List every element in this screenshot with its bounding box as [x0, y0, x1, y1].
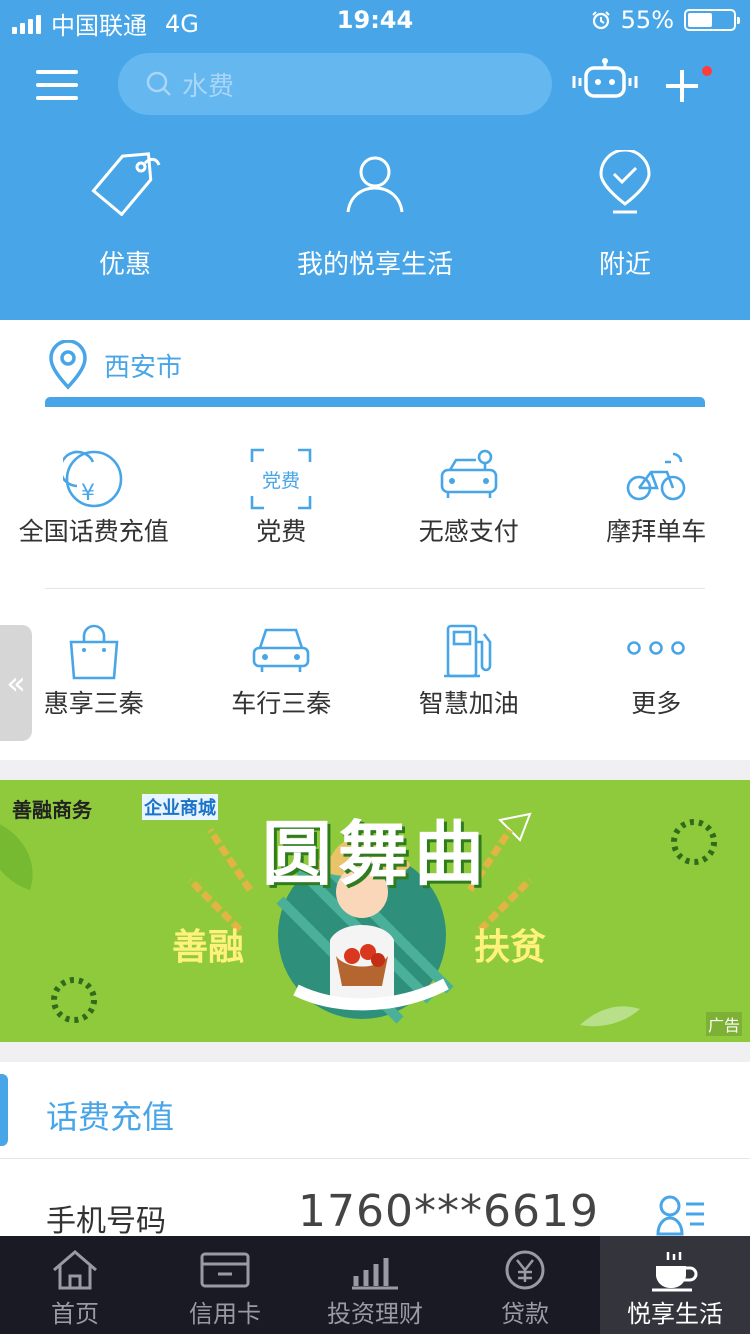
tag-icon: [91, 152, 161, 216]
service-label: 全国话费充值: [18, 517, 169, 546]
ad-label: 广告: [705, 1012, 742, 1036]
service-row-1: ¥ 全国话费充值 党费 党费 无感支付 摩拜单车: [0, 448, 750, 547]
tab-label: 悦享生活: [627, 1300, 723, 1328]
section-accent-bar: [0, 1074, 8, 1146]
service-label: 惠享三秦: [43, 689, 144, 718]
shopping-bag-icon: [69, 624, 119, 680]
location-check-icon: [599, 150, 651, 214]
user-icon: [346, 156, 404, 213]
divider: [45, 588, 705, 589]
nav-nearby-label: 附近: [598, 250, 651, 280]
location-pin-icon: [49, 340, 87, 390]
svg-text:党费: 党费: [262, 470, 300, 492]
phone-number-input[interactable]: 1760***6619: [298, 1186, 599, 1237]
tab-credit-card[interactable]: 信用卡: [150, 1236, 300, 1334]
search-icon: [146, 71, 171, 96]
banner-brand: 善融商务: [12, 798, 92, 822]
menu-icon[interactable]: [36, 70, 78, 100]
phone-recharge-icon: ¥: [62, 450, 123, 508]
battery-icon: [684, 9, 740, 31]
tab-label: 信用卡: [189, 1300, 261, 1328]
tab-bar: 首页 信用卡 投资理财 贷款 悦享生活: [0, 1236, 750, 1334]
svg-text:¥: ¥: [81, 481, 95, 506]
bar-chart-icon: [352, 1258, 398, 1290]
divider: [0, 1158, 750, 1159]
banner-brand-sub: 企业商城: [142, 794, 218, 820]
party-fee-icon: 党费: [250, 448, 312, 510]
promo-banner[interactable]: 善融商务 企业商城 圆舞曲 善融 扶贫 广告: [0, 780, 750, 1042]
nav-my-life[interactable]: 我的悦享生活: [250, 150, 500, 281]
tab-lifestyle[interactable]: 悦享生活: [600, 1236, 750, 1334]
service-phone-recharge[interactable]: ¥ 全国话费充值: [0, 448, 188, 547]
tab-label: 首页: [51, 1300, 99, 1328]
tab-home[interactable]: 首页: [0, 1236, 150, 1334]
status-bar: 中国联通 4G 19:44 55%: [0, 0, 750, 40]
service-label: 车行三秦: [231, 689, 332, 718]
notification-dot: [702, 66, 712, 76]
tab-label: 贷款: [501, 1300, 549, 1328]
nav-discounts[interactable]: 优惠: [0, 150, 250, 281]
battery-percent: 55%: [620, 6, 674, 34]
service-label: 更多: [631, 689, 682, 718]
service-party-fee[interactable]: 党费 党费: [188, 448, 376, 547]
service-smart-fuel[interactable]: 智慧加油: [375, 620, 563, 719]
robot-assistant-icon[interactable]: [572, 58, 638, 102]
nav-discounts-label: 优惠: [98, 250, 151, 280]
service-huixiang[interactable]: 惠享三秦: [0, 620, 188, 719]
location-bar: [45, 397, 705, 407]
header: 水费 优惠 我的悦享生活 附近: [0, 40, 750, 320]
bike-icon: [626, 452, 686, 501]
alarm-icon: [591, 11, 610, 30]
section-title: 话费充值: [46, 1098, 175, 1136]
city-selector[interactable]: 西安市: [48, 340, 182, 390]
service-chexing[interactable]: 车行三秦: [188, 620, 376, 719]
add-icon[interactable]: [664, 68, 700, 104]
car-icon: [252, 628, 310, 672]
coffee-cup-icon: [652, 1252, 698, 1292]
banner-left-text: 善融: [172, 927, 245, 968]
search-placeholder: 水费: [182, 71, 235, 102]
fuel-pump-icon: [443, 624, 492, 678]
phone-topup-section: 话费充值 手机号码 1760***6619: [0, 1062, 750, 1239]
credit-card-icon: [200, 1252, 250, 1288]
yen-coin-icon: [505, 1250, 545, 1290]
service-label: 智慧加油: [418, 689, 519, 718]
more-dots-icon: [627, 641, 686, 655]
tab-loan[interactable]: 贷款: [450, 1236, 600, 1334]
car-pay-icon: [440, 449, 498, 498]
nav-my-life-label: 我的悦享生活: [296, 250, 453, 280]
nav-nearby[interactable]: 附近: [500, 150, 750, 281]
service-label: 党费: [256, 517, 307, 546]
service-more[interactable]: 更多: [563, 620, 750, 719]
service-label: 无感支付: [418, 517, 519, 546]
service-card: 西安市 ¥ 全国话费充值 党费 党费 无感支付 摩拜单车 « 惠享三秦 车行三秦: [0, 320, 750, 760]
banner-title: 圆舞曲: [262, 813, 490, 895]
home-icon: [53, 1250, 97, 1290]
service-mobike[interactable]: 摩拜单车: [563, 448, 750, 547]
search-input[interactable]: 水费: [118, 53, 552, 115]
tab-investment[interactable]: 投资理财: [300, 1236, 450, 1334]
service-seamless-pay[interactable]: 无感支付: [375, 448, 563, 547]
service-row-2: 惠享三秦 车行三秦 智慧加油 更多: [0, 620, 750, 719]
banner-right-text: 扶贫: [474, 927, 547, 968]
service-label: 摩拜单车: [606, 517, 707, 546]
phone-label: 手机号码: [46, 1204, 166, 1239]
tab-label: 投资理财: [327, 1300, 423, 1328]
city-name: 西安市: [104, 352, 183, 383]
contacts-icon[interactable]: [656, 1194, 706, 1238]
